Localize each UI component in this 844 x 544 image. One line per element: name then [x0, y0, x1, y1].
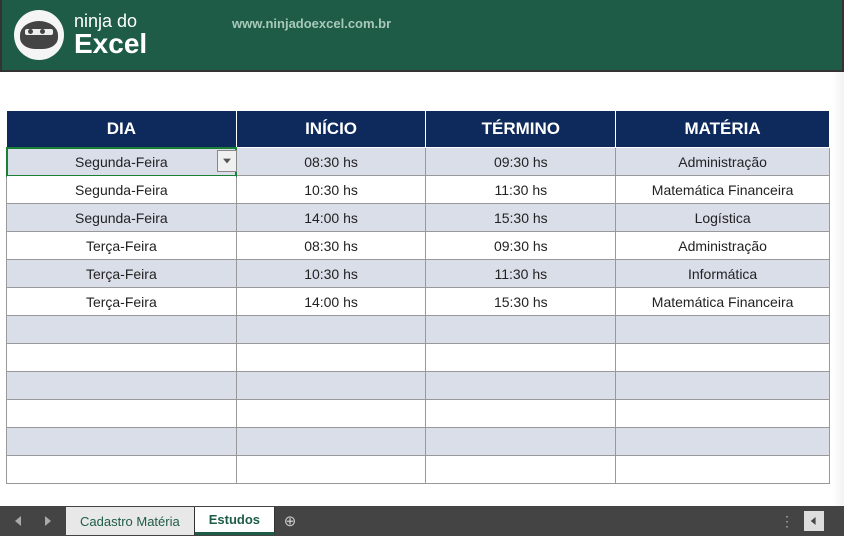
chevron-down-icon [223, 158, 231, 164]
sheet-tab-cadastro[interactable]: Cadastro Matéria [66, 507, 195, 535]
cell-termino[interactable] [426, 456, 616, 484]
table-row: Segunda-Feira10:30 hs11:30 hsMatemática … [7, 176, 830, 204]
cell-termino[interactable] [426, 428, 616, 456]
cell-inicio[interactable]: 14:00 hs [236, 204, 426, 232]
cell-termino[interactable]: 15:30 hs [426, 204, 616, 232]
cell-dia[interactable]: Segunda-Feira [7, 176, 237, 204]
cell-inicio[interactable] [236, 316, 426, 344]
table-row [7, 428, 830, 456]
cell-termino[interactable]: 09:30 hs [426, 148, 616, 176]
cell-materia[interactable]: Administração [616, 148, 830, 176]
cell-materia[interactable]: Matemática Financeira [616, 288, 830, 316]
cell-materia[interactable]: Matemática Financeira [616, 176, 830, 204]
cell-inicio[interactable] [236, 344, 426, 372]
header-inicio[interactable]: INÍCIO [236, 111, 426, 148]
cell-materia[interactable] [616, 316, 830, 344]
cell-materia[interactable] [616, 372, 830, 400]
cell-termino[interactable]: 11:30 hs [426, 176, 616, 204]
cell-termino[interactable] [426, 372, 616, 400]
header-materia[interactable]: MATÉRIA [616, 111, 830, 148]
cell-dia[interactable]: Segunda-Feira [7, 148, 237, 176]
brand-line2: Excel [74, 30, 147, 58]
table-row [7, 400, 830, 428]
table-row: Segunda-Feira08:30 hs09:30 hsAdministraç… [7, 148, 830, 176]
cell-dia[interactable] [7, 400, 237, 428]
cell-termino[interactable]: 11:30 hs [426, 260, 616, 288]
schedule-table: DIA INÍCIO TÉRMINO MATÉRIA Segunda-Feira… [6, 110, 830, 484]
add-sheet-button[interactable]: ⊕ [275, 507, 305, 535]
cell-materia[interactable] [616, 456, 830, 484]
scroll-left-button[interactable] [804, 511, 824, 531]
cell-materia[interactable]: Administração [616, 232, 830, 260]
cell-inicio[interactable]: 10:30 hs [236, 260, 426, 288]
header-dia[interactable]: DIA [7, 111, 237, 148]
table-row: Terça-Feira14:00 hs15:30 hsMatemática Fi… [7, 288, 830, 316]
cell-inicio[interactable] [236, 372, 426, 400]
cell-inicio[interactable] [236, 400, 426, 428]
cell-inicio[interactable]: 08:30 hs [236, 232, 426, 260]
cell-termino[interactable]: 09:30 hs [426, 232, 616, 260]
cell-termino[interactable] [426, 344, 616, 372]
logo-icon [14, 10, 64, 60]
sheet-tab-bar: Cadastro Matéria Estudos ⊕ ⋮ [0, 506, 844, 536]
cell-inicio[interactable] [236, 428, 426, 456]
cell-materia[interactable]: Logística [616, 204, 830, 232]
more-options-icon[interactable]: ⋮ [780, 513, 792, 530]
table-row: Terça-Feira10:30 hs11:30 hsInformática [7, 260, 830, 288]
cell-dia[interactable] [7, 372, 237, 400]
cell-inicio[interactable]: 14:00 hs [236, 288, 426, 316]
table-row [7, 456, 830, 484]
cell-dia[interactable]: Segunda-Feira [7, 204, 237, 232]
cell-dropdown-button[interactable] [217, 150, 237, 172]
header-termino[interactable]: TÉRMINO [426, 111, 616, 148]
cell-inicio[interactable] [236, 456, 426, 484]
cell-dia[interactable] [7, 456, 237, 484]
nav-prev-icon[interactable] [14, 516, 24, 526]
cell-dia[interactable] [7, 428, 237, 456]
cell-dia[interactable]: Terça-Feira [7, 260, 237, 288]
cell-materia[interactable] [616, 344, 830, 372]
cell-inicio[interactable]: 10:30 hs [236, 176, 426, 204]
table-row [7, 372, 830, 400]
cell-materia[interactable] [616, 400, 830, 428]
nav-next-icon[interactable] [42, 516, 52, 526]
table-row [7, 344, 830, 372]
cell-inicio[interactable]: 08:30 hs [236, 148, 426, 176]
table-row: Segunda-Feira14:00 hs15:30 hsLogística [7, 204, 830, 232]
cell-dia[interactable] [7, 316, 237, 344]
sheet-tab-estudos[interactable]: Estudos [195, 507, 275, 535]
cell-dia[interactable] [7, 344, 237, 372]
cell-dia[interactable]: Terça-Feira [7, 288, 237, 316]
header-banner: ninja do Excel www.ninjadoexcel.com.br [0, 0, 844, 72]
cell-materia[interactable]: Informática [616, 260, 830, 288]
cell-materia[interactable] [616, 428, 830, 456]
brand-text: ninja do Excel [74, 12, 147, 58]
table-row: Terça-Feira08:30 hs09:30 hsAdministração [7, 232, 830, 260]
sheet-tab-label: Estudos [209, 512, 260, 527]
cell-dia[interactable]: Terça-Feira [7, 232, 237, 260]
cell-termino[interactable]: 15:30 hs [426, 288, 616, 316]
sheet-tab-label: Cadastro Matéria [80, 514, 180, 529]
cell-termino[interactable] [426, 316, 616, 344]
table-row [7, 316, 830, 344]
site-url: www.ninjadoexcel.com.br [232, 16, 391, 31]
cell-termino[interactable] [426, 400, 616, 428]
